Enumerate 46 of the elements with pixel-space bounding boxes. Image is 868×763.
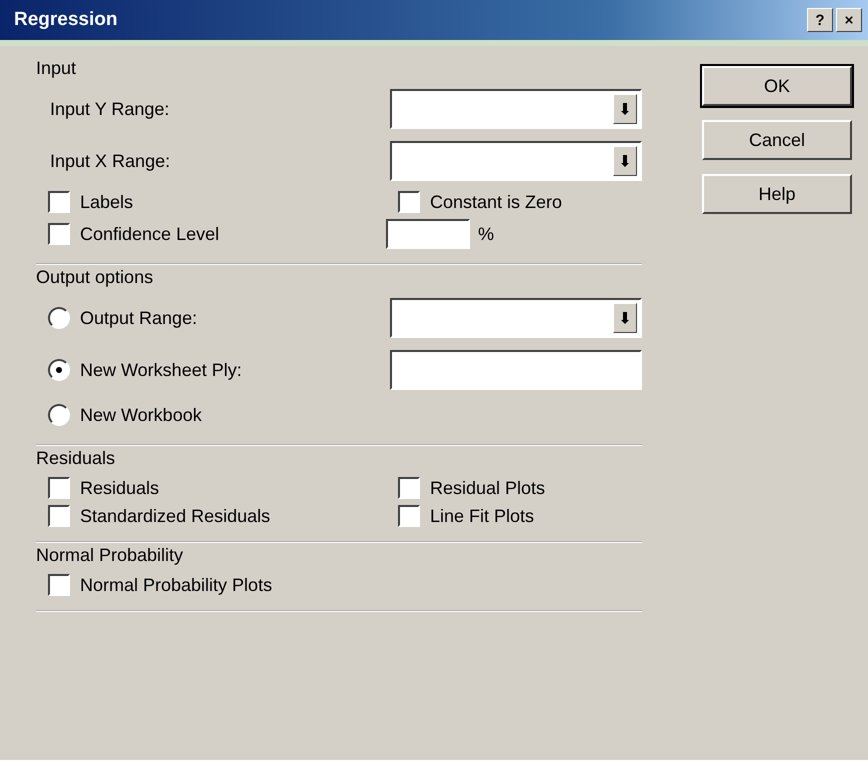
close-button[interactable]: × bbox=[836, 8, 862, 32]
section-heading: Residuals bbox=[36, 448, 116, 469]
checkbox[interactable] bbox=[48, 223, 70, 245]
section-heading: Normal Probability bbox=[36, 545, 184, 566]
checkbox[interactable] bbox=[48, 477, 70, 499]
confidence-field[interactable] bbox=[386, 219, 470, 249]
dialog-button[interactable]: Help bbox=[702, 174, 852, 214]
checkbox[interactable] bbox=[398, 477, 420, 499]
field-label: Input X Range: bbox=[49, 150, 170, 172]
labels-option[interactable]: Labels bbox=[36, 191, 386, 213]
checkbox[interactable] bbox=[48, 505, 70, 527]
range-select-icon bbox=[620, 102, 630, 116]
checkbox[interactable] bbox=[48, 191, 70, 213]
dialog-button[interactable]: OK bbox=[702, 66, 852, 106]
section-heading: Output options bbox=[36, 267, 154, 288]
radio-button[interactable] bbox=[48, 359, 70, 381]
collapse-dialog-button[interactable] bbox=[613, 94, 637, 124]
field-label: Input Y Range: bbox=[49, 98, 170, 120]
help-button[interactable]: ? bbox=[807, 8, 833, 32]
window-title: Regression bbox=[14, 9, 118, 31]
residual-option[interactable]: Line Fit Plots bbox=[386, 505, 642, 527]
residual-option[interactable]: Residual Plots bbox=[386, 477, 642, 499]
text-field[interactable] bbox=[390, 350, 642, 390]
confidence-option[interactable]: Confidence Level bbox=[36, 219, 386, 249]
checkbox[interactable] bbox=[398, 505, 420, 527]
output-option[interactable]: Output Range: bbox=[36, 307, 198, 329]
range-field[interactable] bbox=[390, 141, 642, 181]
collapse-dialog-button[interactable] bbox=[613, 146, 637, 176]
constant-zero-option[interactable]: Constant is Zero bbox=[386, 191, 642, 213]
checkbox[interactable] bbox=[48, 574, 70, 596]
range-select-icon bbox=[620, 311, 630, 325]
percent-label: % bbox=[478, 224, 494, 244]
dialog-button[interactable]: Cancel bbox=[702, 120, 852, 160]
range-select-icon bbox=[620, 154, 630, 168]
collapse-dialog-button[interactable] bbox=[613, 303, 637, 333]
output-option[interactable]: New Workbook bbox=[36, 404, 202, 426]
probability-option[interactable]: Normal Probability Plots bbox=[36, 574, 642, 596]
residual-option[interactable]: Standardized Residuals bbox=[36, 505, 386, 527]
radio-button[interactable] bbox=[48, 307, 70, 329]
output-option[interactable]: New Worksheet Ply: bbox=[36, 359, 242, 381]
section-heading: Input bbox=[36, 58, 78, 79]
range-field[interactable] bbox=[390, 89, 642, 129]
range-field[interactable] bbox=[390, 298, 642, 338]
checkbox[interactable] bbox=[398, 191, 420, 213]
radio-button[interactable] bbox=[48, 404, 70, 426]
residual-option[interactable]: Residuals bbox=[36, 477, 386, 499]
